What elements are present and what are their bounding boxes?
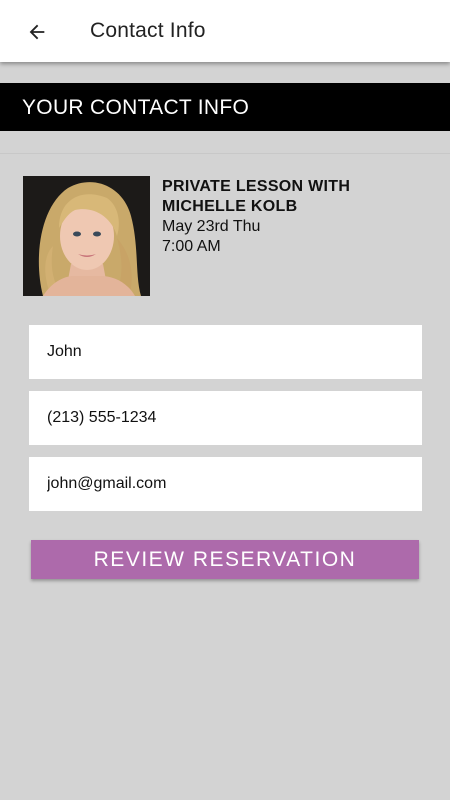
app-bar: Contact Info — [0, 0, 450, 62]
phone-field[interactable] — [29, 391, 422, 445]
arrow-left-icon — [29, 24, 45, 40]
section-title: YOUR CONTACT INFO — [22, 96, 250, 119]
name-field[interactable] — [29, 325, 422, 379]
event-time: 7:00 AM — [162, 238, 221, 255]
event-date: May 23rd Thu — [162, 218, 261, 235]
instructor-photo — [23, 176, 150, 296]
event-info: PRIVATE LESSON WITH MICHELLE KOLB May 23… — [162, 177, 432, 257]
divider — [0, 153, 450, 154]
review-reservation-button[interactable]: REVIEW RESERVATION — [31, 540, 419, 579]
email-field[interactable] — [29, 457, 422, 511]
back-button[interactable] — [24, 19, 50, 45]
page-title: Contact Info — [90, 19, 206, 42]
event-name: PRIVATE LESSON WITH MICHELLE KOLB — [162, 178, 351, 215]
